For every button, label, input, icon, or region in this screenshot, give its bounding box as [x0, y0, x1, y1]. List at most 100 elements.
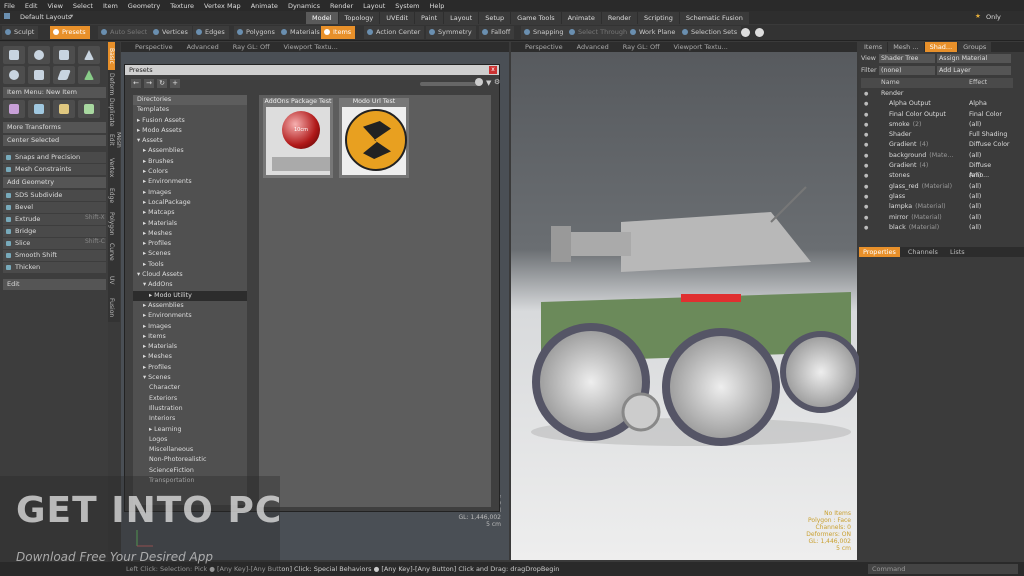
cube-icon[interactable] [3, 46, 25, 64]
visibility-icon[interactable]: ● [864, 161, 868, 171]
back-icon[interactable]: ← [131, 79, 141, 88]
properties-tab[interactable]: Properties [859, 247, 900, 257]
tree-item[interactable]: ▸ Profiles [133, 363, 247, 373]
more-transforms-dropdown[interactable]: More Transforms [3, 122, 106, 133]
center-selected-dropdown[interactable]: Center Selected [3, 135, 106, 146]
tree-item[interactable]: Directories [133, 95, 247, 106]
tree-item[interactable]: ▸ Assemblies [133, 301, 247, 311]
torus-icon[interactable] [3, 66, 25, 84]
visibility-icon[interactable]: ● [864, 182, 868, 192]
tree-item[interactable]: ▸ Items [133, 332, 247, 342]
effect-column[interactable]: Effect [969, 78, 987, 88]
shader-row-effect[interactable]: (all) [969, 120, 981, 130]
tree-item[interactable]: ▸ Modo Assets [133, 126, 247, 136]
layout-tab[interactable]: Paint [415, 12, 444, 24]
menu-item[interactable]: View [47, 2, 62, 10]
layout-tab[interactable]: Schematic Fusion [679, 12, 749, 24]
vertical-tab[interactable]: UV [108, 266, 115, 294]
vertical-tab[interactable]: Basic [108, 42, 115, 70]
mesh-constraints-button[interactable]: Mesh Constraints [3, 164, 106, 175]
tree-item[interactable]: ▾ Cloud Assets [133, 270, 247, 280]
shader-row[interactable]: ● glass (all) [861, 192, 1013, 202]
symmetry-button[interactable]: Symmetry [426, 26, 476, 39]
viewport-option[interactable]: Perspective [525, 43, 563, 51]
menu-item[interactable]: Item [103, 2, 118, 10]
shader-row[interactable]: ● lampka (Material) (all) [861, 202, 1013, 212]
auto-select-button[interactable]: Auto Select [98, 26, 152, 39]
item-menu-dropdown[interactable]: Item Menu: New Item [3, 87, 106, 98]
work-plane-button[interactable]: Work Plane [627, 26, 680, 39]
shader-row[interactable]: ● glass_red (Material) (all) [861, 182, 1013, 192]
settings-icon[interactable]: ⚙ [494, 78, 500, 86]
tool-button[interactable]: SDS Subdivide [3, 190, 106, 201]
forward-icon[interactable]: → [144, 79, 154, 88]
chevron-down-icon[interactable]: ▾ [70, 12, 73, 20]
tree-item[interactable]: ▸ Meshes [133, 352, 247, 362]
properties-tab[interactable]: Channels [904, 247, 942, 257]
menu-item[interactable]: Edit [25, 2, 38, 10]
visibility-icon[interactable]: ● [864, 223, 868, 233]
selection-sets-button[interactable]: Selection Sets [679, 26, 742, 39]
panel-tab[interactable]: Items [859, 42, 888, 52]
sculpt-button[interactable]: Sculpt [2, 26, 39, 39]
layout-tab[interactable]: Game Tools [511, 12, 561, 24]
only-toggle[interactable]: Only [986, 13, 1001, 21]
settings-icon[interactable] [755, 28, 764, 37]
menu-item[interactable]: Texture [170, 2, 194, 10]
shader-row[interactable]: ● stones (all) [861, 171, 1013, 181]
capsule-icon[interactable] [28, 66, 50, 84]
command-input[interactable]: Command [868, 564, 1018, 574]
star-icon[interactable]: ★ [975, 12, 981, 20]
shader-row[interactable]: ● mirror (Material) (all) [861, 213, 1013, 223]
tree-item[interactable]: Templates [133, 105, 247, 115]
shader-row-effect[interactable]: (all) [969, 202, 981, 212]
shader-row[interactable]: ● background (Mate... (all) [861, 151, 1013, 161]
viewport-option[interactable]: Viewport Textu... [284, 43, 338, 51]
tree-item[interactable]: ▸ Learning [133, 425, 247, 435]
shader-row-effect[interactable]: Full Shading [969, 130, 1007, 140]
add-icon[interactable]: + [170, 79, 180, 88]
snaps-precision-button[interactable]: Snaps and Precision [3, 152, 106, 163]
layout-tab[interactable]: Render [601, 12, 637, 24]
shader-row-effect[interactable]: (all) [969, 223, 981, 233]
github-icon[interactable] [741, 28, 750, 37]
layout-tab[interactable]: Setup [479, 12, 511, 24]
sphere-icon[interactable] [28, 46, 50, 64]
visibility-icon[interactable]: ● [864, 120, 868, 130]
visibility-icon[interactable]: ● [864, 171, 868, 181]
thumbnail-size-slider[interactable] [420, 82, 480, 86]
edit-dropdown[interactable]: Edit [3, 279, 106, 290]
viewport-option[interactable]: Perspective [135, 43, 173, 51]
menu-item[interactable]: Geometry [128, 2, 160, 10]
edges-button[interactable]: Edges [193, 26, 229, 39]
menu-item[interactable]: Dynamics [288, 2, 320, 10]
tree-item[interactable]: ▸ Environments [133, 311, 247, 321]
layout-tab[interactable]: Layout [444, 12, 479, 24]
tree-item[interactable]: ▾ Scenes [133, 373, 247, 383]
tree-item[interactable]: ▸ Colors [133, 167, 247, 177]
tree-item[interactable]: Miscellaneous [133, 445, 247, 455]
filter-icon[interactable]: ▼ [486, 79, 491, 87]
vertical-tab[interactable]: Curve [108, 238, 115, 266]
viewport-option[interactable]: Ray GL: Off [233, 43, 270, 51]
shader-row-effect[interactable]: (all) [969, 151, 981, 161]
tree-item[interactable]: ▸ Profiles [133, 239, 247, 249]
viewport-option[interactable]: Ray GL: Off [623, 43, 660, 51]
menu-item[interactable]: Render [330, 2, 353, 10]
scale-icon[interactable] [53, 100, 75, 118]
tool-button[interactable]: Thicken [3, 262, 106, 273]
properties-tab[interactable]: Lists [946, 247, 969, 257]
shader-row-effect[interactable]: Alpha [969, 99, 987, 109]
action-center-button[interactable]: Action Center [364, 26, 425, 39]
visibility-icon[interactable]: ● [864, 151, 868, 161]
add-layer-button[interactable]: Add Layer [937, 66, 1011, 75]
panel-tab[interactable]: Mesh ... [888, 42, 924, 52]
tree-item[interactable]: ▾ Assets [133, 136, 247, 146]
vertical-tab[interactable]: Vertex [108, 154, 115, 182]
panel-tab[interactable]: Groups [958, 42, 992, 52]
tree-item[interactable]: ScienceFiction [133, 466, 247, 476]
layout-tab[interactable]: UVEdit [380, 12, 415, 24]
visibility-icon[interactable]: ● [864, 99, 868, 109]
viewport-option[interactable]: Advanced [187, 43, 219, 51]
tree-item[interactable]: Non-Photorealistic [133, 455, 247, 465]
